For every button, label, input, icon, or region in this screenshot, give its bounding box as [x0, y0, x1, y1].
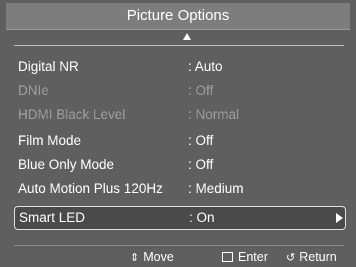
- move-hint: ⇕ Move: [130, 247, 174, 267]
- divider: [14, 45, 344, 46]
- menu-item-label: Digital NR: [18, 59, 79, 74]
- menu-item-value: : Off: [188, 83, 214, 98]
- menu-item-value: : On: [189, 210, 215, 225]
- menu-item-label: Film Mode: [18, 133, 82, 148]
- menu-item-blue-only-mode[interactable]: Blue Only Mode : Off: [18, 154, 354, 176]
- divider: [14, 245, 344, 246]
- menu-item-label: HDMI Black Level: [18, 107, 126, 122]
- menu-item-value: : Medium: [188, 181, 244, 196]
- scroll-up-icon[interactable]: [183, 33, 191, 40]
- menu-item-hdmi-black-level: HDMI Black Level : Normal: [18, 104, 354, 126]
- enter-label: Enter: [238, 250, 268, 264]
- menu-item-label: Auto Motion Plus 120Hz: [18, 181, 163, 196]
- return-hint: ↺ Return: [286, 247, 337, 267]
- return-icon: ↺: [286, 252, 296, 264]
- enter-icon: [222, 252, 233, 262]
- enter-hint: Enter: [222, 247, 268, 267]
- footer-hints: ⇕ Move Enter ↺ Return: [0, 247, 356, 267]
- menu-item-digital-nr[interactable]: Digital NR : Auto: [18, 56, 354, 78]
- menu-item-label: DNIe: [18, 83, 49, 98]
- menu-item-smart-led[interactable]: Smart LED : On: [14, 206, 346, 230]
- menu-item-label: Blue Only Mode: [18, 157, 115, 172]
- menu-item-film-mode[interactable]: Film Mode : Off: [18, 130, 354, 152]
- tv-menu-screen: Picture Options Digital NR : Auto DNIe :…: [0, 0, 356, 267]
- menu-item-auto-motion-plus[interactable]: Auto Motion Plus 120Hz : Medium: [18, 178, 354, 200]
- submenu-arrow-icon[interactable]: [336, 213, 343, 223]
- move-label: Move: [143, 250, 174, 264]
- return-label: Return: [299, 250, 337, 264]
- menu-item-value: : Off: [188, 157, 214, 172]
- menu-item-value: : Normal: [188, 107, 240, 122]
- menu-item-value: : Off: [188, 133, 214, 148]
- menu-title: Picture Options: [6, 3, 350, 30]
- menu-item-dnie: DNIe : Off: [18, 80, 354, 102]
- menu-item-label: Smart LED: [19, 210, 86, 225]
- updown-arrow-icon: ⇕: [130, 252, 140, 264]
- menu-item-value: : Auto: [188, 59, 223, 74]
